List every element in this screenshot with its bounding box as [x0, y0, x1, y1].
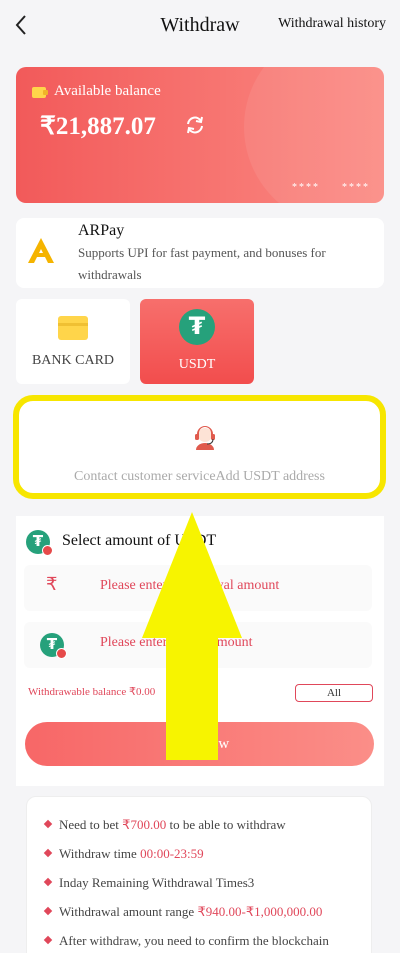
diamond-bullet-icon: [43, 935, 53, 945]
tether-icon: ₮: [40, 633, 67, 659]
balance-card: Available balance ₹21,887.07 **** ****: [16, 67, 384, 203]
rupee-icon: ₹: [46, 574, 58, 594]
rule-item: After withdraw, you need to confirm the …: [43, 933, 329, 949]
diamond-bullet-icon: [43, 906, 53, 916]
bank-card-icon: [58, 316, 88, 340]
withdraw-rules: Need to bet ₹700.00 to be able to withdr…: [26, 796, 372, 953]
balance-amount: ₹21,887.07: [40, 113, 156, 140]
up-arrow-icon: [142, 512, 242, 760]
rule-item: Withdrawal amount range ₹940.00-₹1,000,0…: [43, 904, 322, 920]
rule-item: Inday Remaining Withdrawal Times3: [43, 875, 254, 891]
arpay-name: ARPay: [78, 222, 125, 239]
withdrawable-balance: Withdrawable balance ₹0.00: [28, 686, 156, 698]
tether-icon: ₮: [26, 530, 53, 556]
withdrawal-history-link[interactable]: Withdrawal history: [278, 16, 386, 32]
diamond-bullet-icon: [43, 819, 53, 829]
customer-service-agent-icon: [195, 426, 215, 450]
wallet-icon: [32, 87, 48, 98]
method-bank-card[interactable]: BANK CARD: [16, 299, 130, 384]
arpay-description: Supports UPI for fast payment, and bonus…: [78, 245, 326, 282]
method-usdt[interactable]: ₮ USDT: [140, 299, 254, 384]
method-label: USDT: [178, 357, 216, 372]
masked-number-2: ****: [342, 182, 370, 193]
rule-item: Withdraw time 00:00-23:59: [43, 846, 204, 862]
arpay-channel[interactable]: ARPay Supports UPI for fast payment, and…: [16, 218, 384, 288]
all-button[interactable]: All: [295, 684, 373, 702]
balance-label: Available balance: [54, 83, 161, 99]
arpay-logo-icon: [28, 238, 54, 263]
diamond-bullet-icon: [43, 877, 53, 887]
diamond-bullet-icon: [43, 848, 53, 858]
tether-icon: ₮: [179, 309, 215, 345]
contact-text: Contact customer serviceAdd USDT address: [74, 469, 325, 484]
add-usdt-address-box[interactable]: Contact customer serviceAdd USDT address: [13, 395, 386, 499]
rule-item: Need to bet ₹700.00 to be able to withdr…: [43, 817, 286, 833]
top-bar: Withdraw Withdrawal history: [0, 0, 400, 50]
masked-number-1: ****: [292, 182, 320, 193]
method-label: BANK CARD: [31, 353, 115, 368]
refresh-icon[interactable]: [184, 115, 206, 140]
